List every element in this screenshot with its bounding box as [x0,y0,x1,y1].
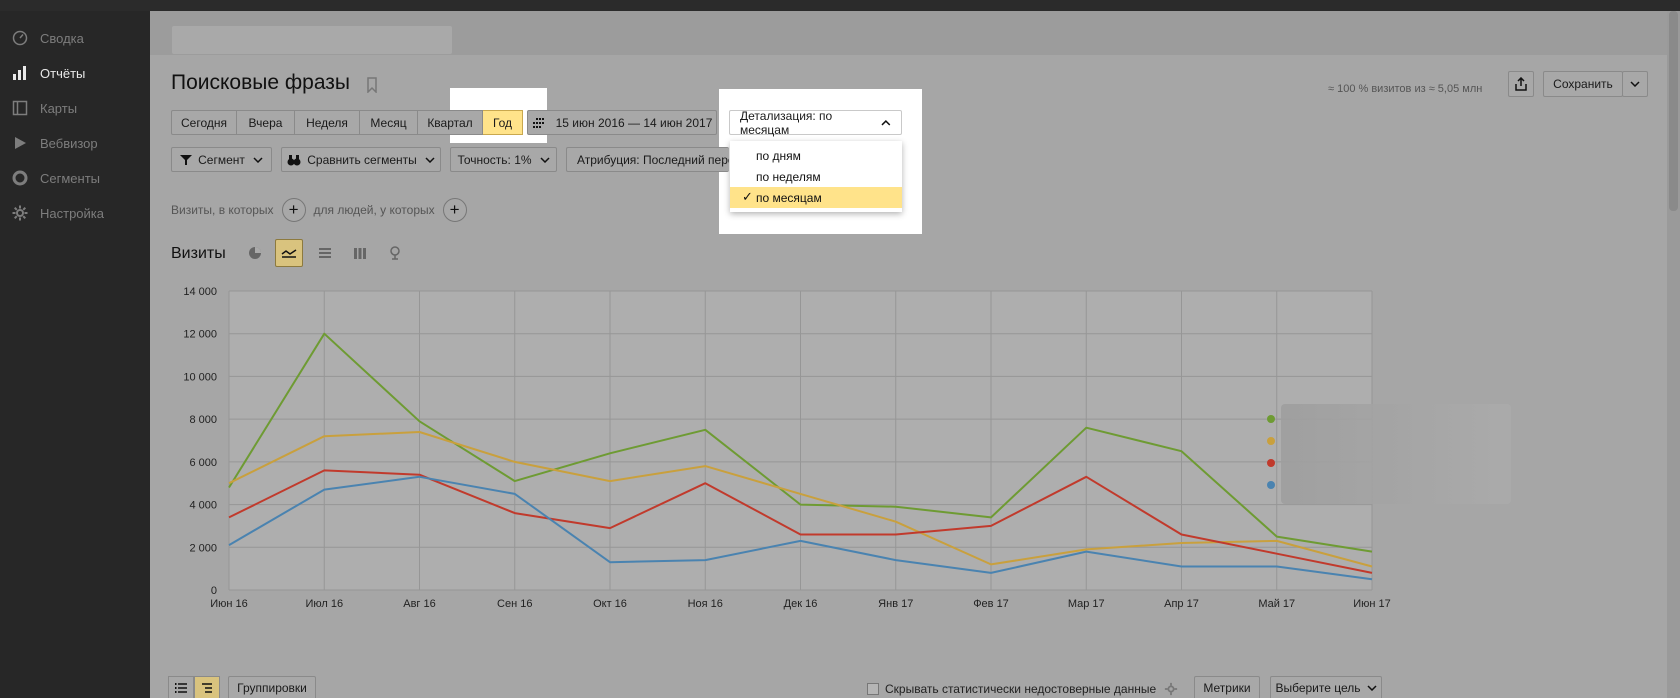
x-tick-label: Авг 16 [403,598,435,610]
y-tick-label: 2 000 [189,542,217,554]
x-tick-label: Дек 16 [784,598,818,610]
gear-icon[interactable] [1164,682,1178,696]
x-tick-label: Май 17 [1258,598,1295,610]
legend-dot [1267,415,1275,423]
x-tick-label: Ноя 16 [688,598,723,610]
chart-legend [1267,408,1281,496]
x-tick-label: Июн 16 [210,598,248,610]
legend-item[interactable] [1267,408,1281,430]
goal-select[interactable]: Выберите цель [1270,676,1382,698]
scrollbar-thumb[interactable] [1669,11,1678,211]
x-tick-label: Янв 17 [878,598,913,610]
y-tick-label: 12 000 [183,329,217,341]
tree-icon [202,683,212,693]
legend-item[interactable] [1267,474,1281,496]
x-tick-label: Июл 16 [305,598,343,610]
legend-dot [1267,437,1275,445]
x-tick-label: Мар 17 [1068,598,1105,610]
hide-unreliable-label: Скрывать статистически недостоверные дан… [885,682,1157,696]
tree-view-button[interactable] [194,676,220,698]
goal-label: Выберите цель [1275,681,1361,695]
metrics-button[interactable]: Метрики [1194,676,1260,698]
list-view-button[interactable] [168,676,194,698]
hide-unreliable-checkbox[interactable] [867,683,879,695]
legend-item[interactable] [1267,452,1281,474]
legend-labels [1281,404,1511,504]
legend-item[interactable] [1267,430,1281,452]
y-tick-label: 4 000 [189,500,217,512]
y-tick-label: 14 000 [183,286,217,298]
list-icon [175,683,187,693]
legend-dot [1267,481,1275,489]
line-chart: 0 2 000 4 000 6 000 8 000 10 000 12 000 14 000 И… [183,286,1391,610]
chevron-down-icon [1367,685,1377,691]
x-tick-label: Фев 17 [973,598,1009,610]
x-tick-label: Окт 16 [593,598,627,610]
legend-dot [1267,459,1275,467]
y-tick-label: 8 000 [189,414,217,426]
groupings-button[interactable]: Группировки [228,676,316,698]
hide-unreliable-row: Скрывать статистически недостоверные дан… [867,682,1178,696]
y-tick-label: 10 000 [183,371,217,383]
x-tick-label: Июн 17 [1353,598,1391,610]
y-tick-label: 0 [211,585,217,597]
x-tick-label: Апр 17 [1164,598,1199,610]
x-tick-label: Сен 16 [497,598,532,610]
y-tick-label: 6 000 [189,457,217,469]
